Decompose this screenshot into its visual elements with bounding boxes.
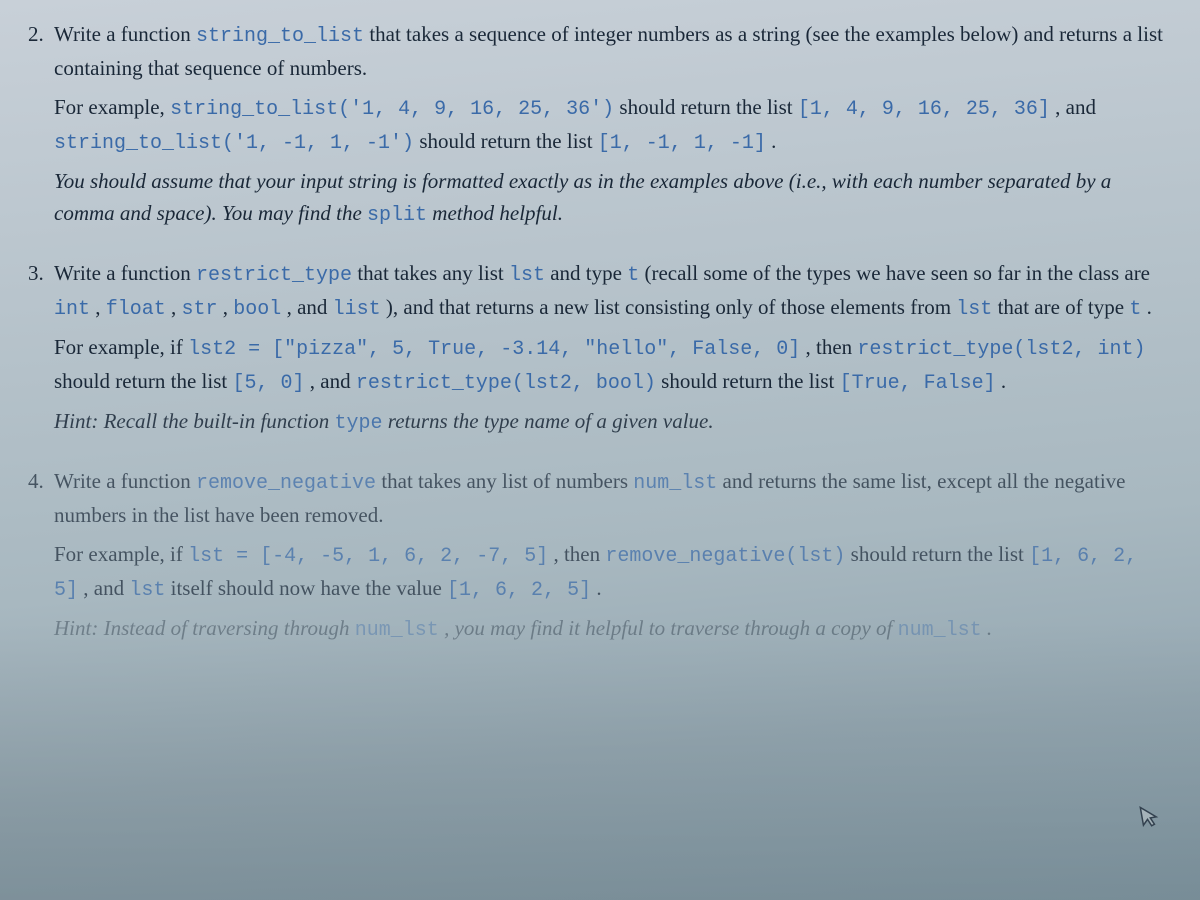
code-call: string_to_list('1, -1, 1, -1'): [54, 132, 414, 155]
code-var: lst: [956, 298, 992, 321]
text: .: [596, 576, 601, 600]
text: For example, if: [54, 542, 188, 566]
q3-prompt: Write a function restrict_type that take…: [54, 257, 1172, 325]
code-result: [5, 0]: [232, 372, 304, 395]
text: Write a function: [54, 261, 196, 285]
problem-4: 4. Write a function remove_negative that…: [28, 465, 1172, 646]
text: that takes any list of numbers: [381, 469, 633, 493]
text: and type: [550, 261, 627, 285]
text: Hint: Recall the built-in function: [54, 409, 335, 433]
text: .: [1147, 295, 1152, 319]
code-var: num_lst: [633, 472, 717, 495]
code-call: restrict_type(lst2, int): [857, 338, 1145, 361]
text: Write a function: [54, 22, 196, 46]
text: ,: [218, 295, 234, 319]
text: ), and that returns a new list consistin…: [381, 295, 957, 319]
text: You should assume that your input string…: [54, 169, 1111, 226]
text: itself should now have the value: [171, 576, 447, 600]
q4-hint: Hint: Instead of traversing through num_…: [54, 612, 1172, 646]
text: , and: [83, 576, 129, 600]
text: ,: [90, 295, 106, 319]
q3-hint: Hint: Recall the built-in function type …: [54, 405, 1172, 439]
text: .: [771, 129, 776, 153]
code-assign: lst2 = ["pizza", 5, True, -3.14, "hello"…: [188, 338, 800, 361]
code-fn-name: restrict_type: [196, 264, 352, 287]
text: that are of type: [998, 295, 1130, 319]
text: Write a function: [54, 469, 196, 493]
text: should return the list: [661, 369, 839, 393]
code-result: [True, False]: [840, 372, 996, 395]
text: that takes any list: [357, 261, 509, 285]
text: should return the list: [619, 95, 797, 119]
code-type: int: [54, 298, 90, 321]
code-type: str: [182, 298, 218, 321]
text: For example,: [54, 95, 170, 119]
text: should return the list: [54, 369, 232, 393]
code-result: [1, -1, 1, -1]: [598, 132, 766, 155]
code-var: lst: [129, 579, 165, 602]
cursor-icon: [1137, 802, 1163, 841]
problem-3: 3. Write a function restrict_type that t…: [28, 257, 1172, 439]
code-type: float: [106, 298, 166, 321]
q2-hint: You should assume that your input string…: [54, 165, 1172, 232]
text: , then: [553, 542, 605, 566]
q2-prompt: Write a function string_to_list that tak…: [54, 18, 1172, 85]
problem-number-4: 4.: [28, 465, 44, 498]
code-call: restrict_type(lst2, bool): [356, 372, 656, 395]
text: , you may find it helpful to traverse th…: [444, 616, 898, 640]
text: , then: [806, 335, 858, 359]
document-page: 2. Write a function string_to_list that …: [0, 0, 1200, 900]
code-fn-name: string_to_list: [196, 25, 364, 48]
text: returns the type name of a given value.: [388, 409, 714, 433]
q2-example: For example, string_to_list('1, 4, 9, 16…: [54, 91, 1172, 159]
code-type: list: [333, 298, 381, 321]
code-var: t: [627, 264, 639, 287]
q4-prompt: Write a function remove_negative that ta…: [54, 465, 1172, 532]
code-assign: lst = [-4, -5, 1, 6, 2, -7, 5]: [188, 545, 548, 568]
code-fn-name: remove_negative: [196, 472, 376, 495]
code-var: lst: [509, 264, 545, 287]
q3-example: For example, if lst2 = ["pizza", 5, True…: [54, 331, 1172, 399]
code-call: remove_negative(lst): [605, 545, 845, 568]
text: ,: [166, 295, 182, 319]
text: , and: [1055, 95, 1096, 119]
text: , and: [281, 295, 332, 319]
code-call: string_to_list('1, 4, 9, 16, 25, 36'): [170, 98, 614, 121]
code-type: bool: [233, 298, 281, 321]
text: Hint: Instead of traversing through: [54, 616, 355, 640]
problem-number-3: 3.: [28, 257, 44, 290]
code-result: [1, 4, 9, 16, 25, 36]: [798, 98, 1050, 121]
text: .: [1001, 369, 1006, 393]
text: , and: [310, 369, 356, 393]
text: method helpful.: [432, 201, 563, 225]
code-fn: type: [335, 412, 383, 435]
text: should return the list: [419, 129, 597, 153]
text: should return the list: [851, 542, 1029, 566]
code-result: [1, 6, 2, 5]: [447, 579, 591, 602]
code-var: num_lst: [355, 619, 439, 642]
code-var: num_lst: [898, 619, 982, 642]
problem-number-2: 2.: [28, 18, 44, 51]
problem-2: 2. Write a function string_to_list that …: [28, 18, 1172, 231]
text: (recall some of the types we have seen s…: [644, 261, 1150, 285]
text: .: [987, 616, 992, 640]
code-var: t: [1129, 298, 1141, 321]
q4-example: For example, if lst = [-4, -5, 1, 6, 2, …: [54, 538, 1172, 606]
text: For example, if: [54, 335, 188, 359]
code-method: split: [367, 204, 427, 227]
